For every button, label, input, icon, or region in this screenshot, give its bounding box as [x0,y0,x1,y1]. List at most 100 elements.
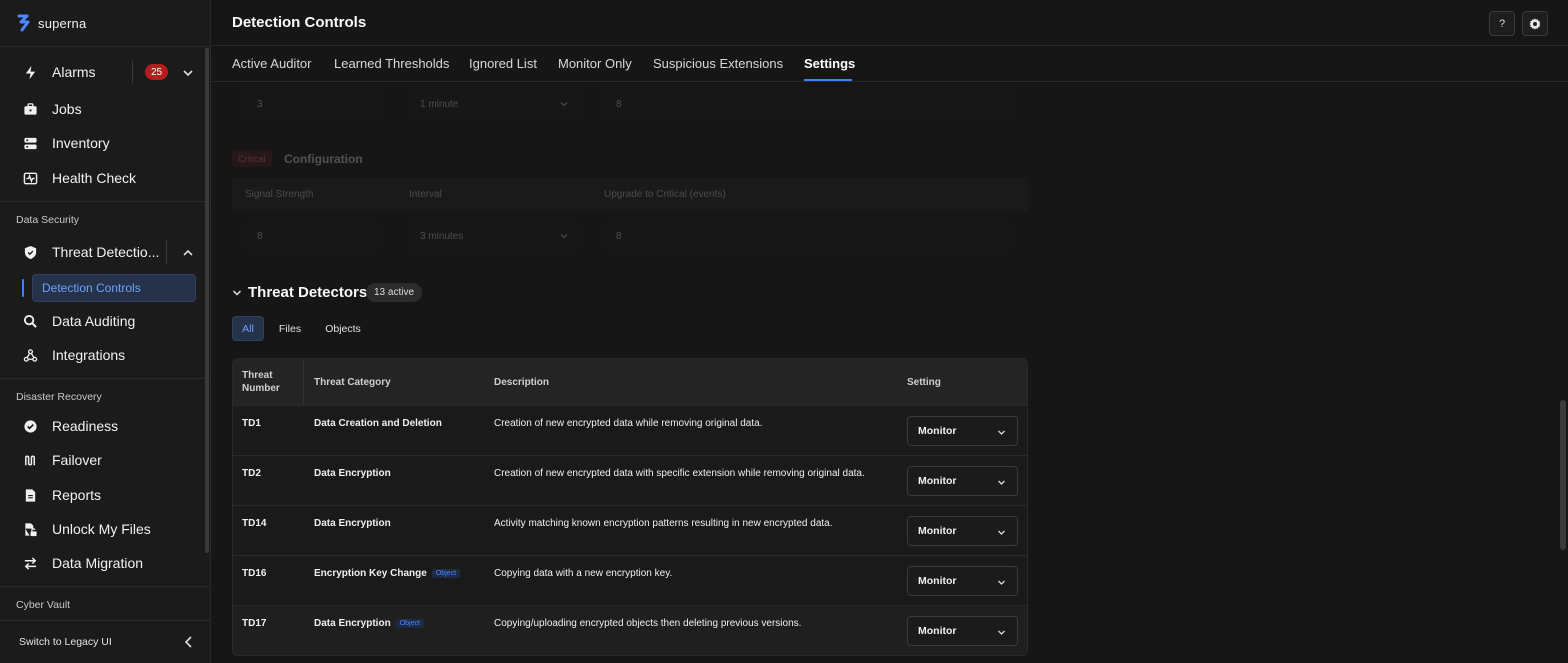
superna-logo-icon [17,14,30,32]
active-indicator [22,279,24,297]
main-scrollbar-track[interactable] [1558,82,1568,663]
filter-files[interactable]: Files [274,316,306,341]
interval-select[interactable]: 1 minute [408,91,578,117]
section-label-data-security: Data Security [16,214,80,226]
section-label-disaster-recovery: Disaster Recovery [16,391,102,403]
briefcase-icon [24,102,37,115]
tab-settings[interactable]: Settings [804,56,855,71]
chevron-up-icon[interactable] [181,246,195,260]
threat-description: Copying/uploading encrypted objects then… [494,618,802,629]
sidebar-item-reports[interactable]: Reports [14,480,196,510]
switch-legacy-ui-button[interactable]: Switch to Legacy UI [0,620,211,663]
tab-suspicious-extensions[interactable]: Suspicious Extensions [653,56,783,71]
upgrade-input[interactable]: 8 [604,91,1014,117]
sidebar-item-data-migration[interactable]: Data Migration [14,548,196,578]
app-root: superna Alarms 25 Jobs Inventory Health … [0,0,1568,663]
chevron-down-icon [998,530,1005,535]
sidebar-subitem-detection-controls[interactable]: Detection Controls [32,274,196,302]
sidebar-item-integrations[interactable]: Integrations [14,340,196,370]
config-table-header: Signal Strength Interval Upgrade to Crit… [232,178,1028,211]
critical-signal-input[interactable]: 8 [245,223,379,249]
filter-objects[interactable]: Objects [322,316,364,341]
critical-badge: Critical [232,150,272,167]
settings-button[interactable] [1522,11,1548,36]
sidebar-divider [0,201,211,202]
chevron-down-icon[interactable] [181,66,195,80]
sidebar-item-failover[interactable]: Failover [14,445,196,475]
chevron-down-icon [998,480,1005,485]
failover-icon [25,455,35,465]
threat-number: TD16 [242,568,267,579]
sidebar-item-label: Data Migration [52,555,144,571]
alarm-divider [132,60,133,84]
unlock-file-icon [25,522,37,536]
sidebar-item-label: Failover [52,452,102,468]
sidebar-item-alarms[interactable]: Alarms [14,57,196,87]
table-row: TD2 Data Encryption Creation of new encr… [233,455,1027,505]
tab-ignored-list[interactable]: Ignored List [469,56,537,71]
chevron-down-icon [998,630,1005,635]
active-count-badge: 13 active [366,283,423,302]
collapse-chevron-icon[interactable] [232,288,242,298]
object-tag: Object [395,619,424,628]
signal-strength-input[interactable]: 3 [245,91,379,117]
lightning-icon [25,65,36,79]
tab-learned-thresholds[interactable]: Learned Thresholds [334,56,449,71]
main-scrollbar-thumb[interactable] [1560,400,1566,550]
critical-upgrade-input[interactable]: 8 [604,223,1014,249]
setting-select[interactable]: Monitor [907,566,1018,596]
sidebar-item-label: Health Check [52,170,137,186]
section-label-cyber-vault: Cyber Vault [16,599,71,611]
shield-icon [24,245,37,259]
report-icon [25,488,36,502]
sidebar-item-readiness[interactable]: Readiness [14,411,196,441]
tab-monitor-only[interactable]: Monitor Only [558,56,632,71]
threat-detectors-title[interactable]: Threat Detectors [248,284,367,301]
threat-number: TD17 [242,618,267,629]
setting-value: Monitor [918,525,957,537]
column-divider [303,359,304,405]
sidebar-item-inventory[interactable]: Inventory [14,128,196,158]
critical-interval-select[interactable]: 3 minutes [408,223,578,249]
setting-select[interactable]: Monitor [907,416,1018,446]
page-header: Detection Controls ? [212,0,1568,46]
col-upgrade: Upgrade to Critical (events) [604,189,726,200]
alarm-count-badge: 25 [145,64,168,80]
sidebar-item-label: Unlock My Files [52,521,151,537]
sidebar-item-unlock-my-files[interactable]: Unlock My Files [14,514,196,544]
brand-logo[interactable]: superna [16,13,86,33]
chevron-left-icon[interactable] [183,635,195,649]
tab-active-auditor[interactable]: Active Auditor [232,56,312,71]
threat-category: Data Encryption [314,468,391,479]
sidebar-item-data-auditing[interactable]: Data Auditing [14,306,196,336]
config-title: Configuration [284,152,363,166]
search-icon [23,314,37,328]
threat-detectors-table: Threat Number Threat Category Descriptio… [232,358,1028,656]
threat-number: TD1 [242,418,261,429]
sidebar-scrollbar[interactable] [205,48,209,553]
sidebar-item-jobs[interactable]: Jobs [14,94,196,124]
sidebar-item-label: Readiness [52,418,119,434]
threat-category: Data Encryption [314,618,391,629]
sidebar-item-health-check[interactable]: Health Check [14,163,196,193]
help-button[interactable]: ? [1489,11,1515,36]
setting-select[interactable]: Monitor [907,516,1018,546]
setting-select[interactable]: Monitor [907,616,1018,646]
gear-icon [1529,17,1541,30]
sidebar-item-label: Reports [52,487,102,503]
table-row: TD14 Data Encryption Activity matching k… [233,505,1027,555]
setting-value: Monitor [918,425,957,437]
server-icon [24,137,37,149]
sidebar-divider [0,586,211,587]
filter-all[interactable]: All [232,316,264,341]
sidebar-item-threat-detection[interactable]: Threat Detectio... [14,237,196,267]
threat-number: TD14 [242,518,267,529]
legacy-label: Switch to Legacy UI [19,636,112,648]
setting-select[interactable]: Monitor [907,466,1018,496]
threat-description: Activity matching known encryption patte… [494,518,833,529]
tab-bar: Active Auditor Learned Thresholds Ignore… [212,46,1568,82]
check-circle-icon [24,419,37,433]
sidebar-item-label: Jobs [52,101,82,117]
threat-description: Copying data with a new encryption key. [494,568,673,579]
sidebar-item-label: Inventory [52,135,110,151]
